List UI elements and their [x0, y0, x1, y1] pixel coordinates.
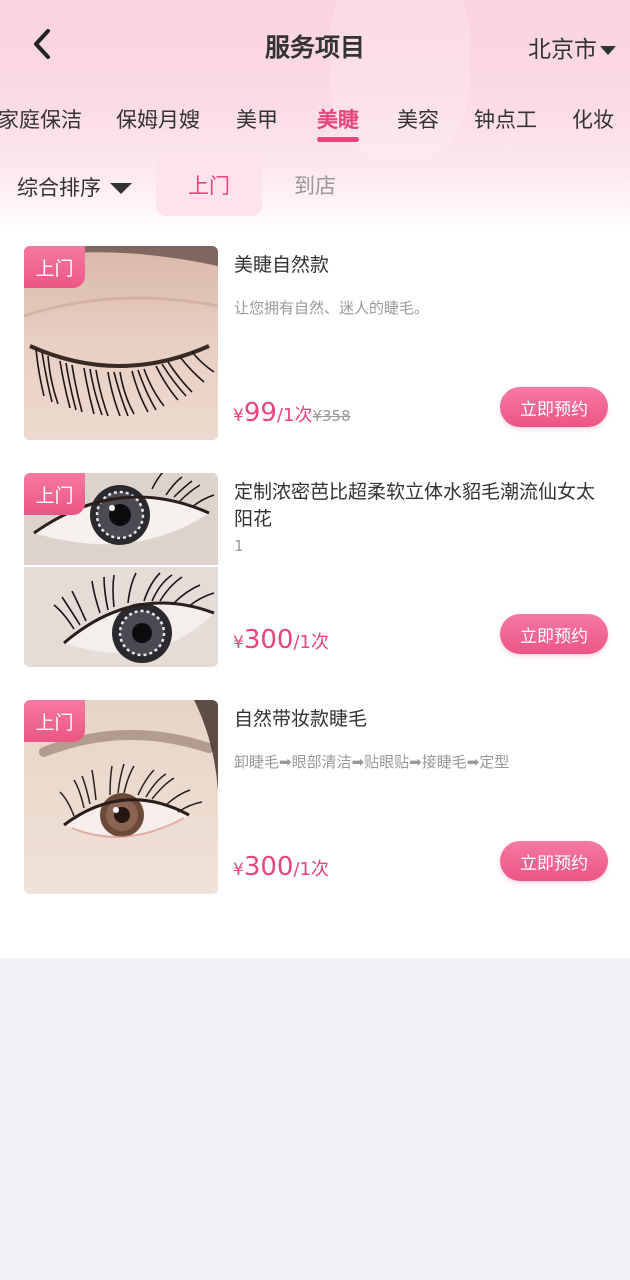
sort-dropdown[interactable]: 综合排序	[17, 172, 132, 202]
caret-down-icon	[600, 45, 616, 55]
price: ¥ 99 /1次 ¥358	[233, 398, 351, 428]
price-value: 99	[243, 398, 277, 428]
service-description: 让您拥有自然、迷人的睫毛。	[234, 299, 430, 317]
mode-tab-active[interactable]: 上门	[156, 154, 262, 216]
price-unit: /1次	[276, 405, 313, 426]
book-now-button[interactable]: 立即预约	[500, 614, 608, 654]
currency-symbol: ¥	[233, 406, 244, 426]
service-card[interactable]: 上门 美睫自然款 让您拥有自然、迷人的睫毛。 ¥ 99 /1次 ¥358 立即预…	[0, 232, 630, 440]
home-service-tag: 上门	[24, 246, 85, 288]
service-description: 卸睫毛➡眼部清洁➡贴眼贴➡接睫毛➡定型	[234, 753, 510, 771]
service-list: 上门 美睫自然款 让您拥有自然、迷人的睫毛。 ¥ 99 /1次 ¥358 立即预…	[0, 232, 630, 958]
service-title: 定制浓密芭比超柔软立体水貂毛潮流仙女太阳花	[234, 481, 596, 530]
service-image: 上门	[24, 700, 218, 894]
currency-symbol: ¥	[233, 633, 244, 653]
service-image: 上门	[24, 246, 218, 440]
price-unit: /1次	[293, 632, 329, 653]
tab-category-active[interactable]: 美睫	[317, 104, 359, 144]
active-tab-indicator	[317, 137, 359, 142]
home-service-tag: 上门	[24, 700, 85, 742]
filter-bar: 综合排序 上门 到店	[0, 154, 630, 216]
price-unit: /1次	[293, 859, 329, 880]
service-card[interactable]: 上门 定制浓密芭比超柔软立体水貂毛潮流仙女太阳花 1 ¥ 300 /1次 立即预…	[0, 459, 630, 667]
tab-category[interactable]: 钟点工	[474, 104, 537, 144]
service-description: 1	[234, 537, 244, 555]
home-service-tag: 上门	[24, 473, 85, 515]
tab-category[interactable]: 化妆	[572, 104, 614, 144]
service-card[interactable]: 上门 自然带妆款睫毛 卸睫毛➡眼部清洁➡贴眼贴➡接睫毛➡定型 ¥ 300 /1次…	[0, 686, 630, 894]
currency-symbol: ¥	[233, 860, 244, 880]
city-selector[interactable]: 北京市	[528, 30, 616, 64]
mode-tab[interactable]: 到店	[262, 154, 368, 216]
service-title: 自然带妆款睫毛	[234, 708, 368, 730]
book-now-button[interactable]: 立即预约	[500, 841, 608, 881]
price: ¥ 300 /1次	[233, 625, 329, 655]
tab-category[interactable]: 保姆月嫂	[116, 104, 200, 144]
service-image: 上门	[24, 473, 218, 667]
price-value: 300	[243, 625, 294, 655]
original-price: ¥358	[312, 407, 351, 425]
sort-label: 综合排序	[17, 176, 101, 200]
triangle-down-icon	[110, 183, 132, 194]
tab-category[interactable]: 美甲	[236, 104, 278, 144]
tab-category[interactable]: 家庭保洁	[0, 104, 82, 144]
service-title: 美睫自然款	[234, 254, 330, 276]
category-tabs: 家庭保洁 保姆月嫂 美甲 美睫 美容 钟点工 化妆	[0, 104, 630, 144]
tab-category[interactable]: 美容	[397, 104, 439, 144]
header-bar: 服务项目 北京市	[0, 0, 630, 90]
price: ¥ 300 /1次	[233, 852, 329, 882]
city-label: 北京市	[528, 37, 597, 63]
book-now-button[interactable]: 立即预约	[500, 387, 608, 427]
price-value: 300	[243, 852, 294, 882]
